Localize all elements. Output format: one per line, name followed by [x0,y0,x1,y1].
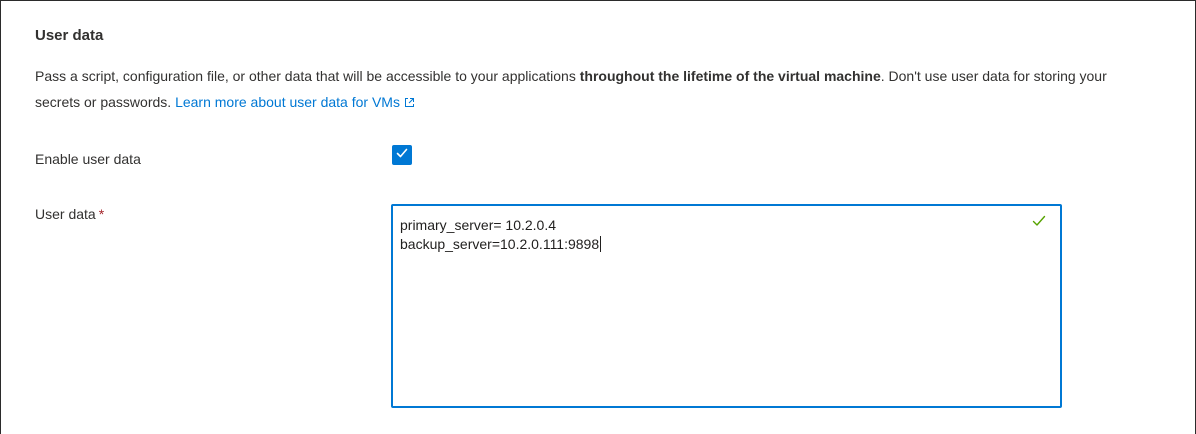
user-data-section: User data Pass a script, configuration f… [0,0,1196,434]
user-data-textarea-content[interactable]: primary_server= 10.2.0.4 backup_server=10… [400,216,602,254]
description-text-1: Pass a script, configuration file, or ot… [35,68,580,84]
learn-more-link-label: Learn more about user data for VMs [175,94,400,110]
check-icon [1032,214,1046,232]
user-data-textarea[interactable]: primary_server= 10.2.0.4 backup_server=10… [391,204,1062,408]
learn-more-link[interactable]: Learn more about user data for VMs [175,94,415,110]
user-data-label-text: User data [35,206,96,222]
user-data-line-2: backup_server=10.2.0.111:9898 [400,235,602,254]
checkmark-icon [395,146,409,165]
text-cursor [600,236,602,252]
section-title: User data [35,27,104,44]
description-bold-text: throughout the lifetime of the virtual m… [579,68,881,84]
section-description: Pass a script, configuration file, or ot… [35,63,1135,116]
user-data-line-2-text: backup_server=10.2.0.111:9898 [400,236,600,252]
user-data-label: User data * [35,206,104,222]
external-link-icon [404,90,415,116]
enable-user-data-label: Enable user data [35,151,141,167]
user-data-line-1: primary_server= 10.2.0.4 [400,217,557,233]
enable-user-data-checkbox[interactable] [392,145,412,165]
required-indicator: * [98,206,105,222]
